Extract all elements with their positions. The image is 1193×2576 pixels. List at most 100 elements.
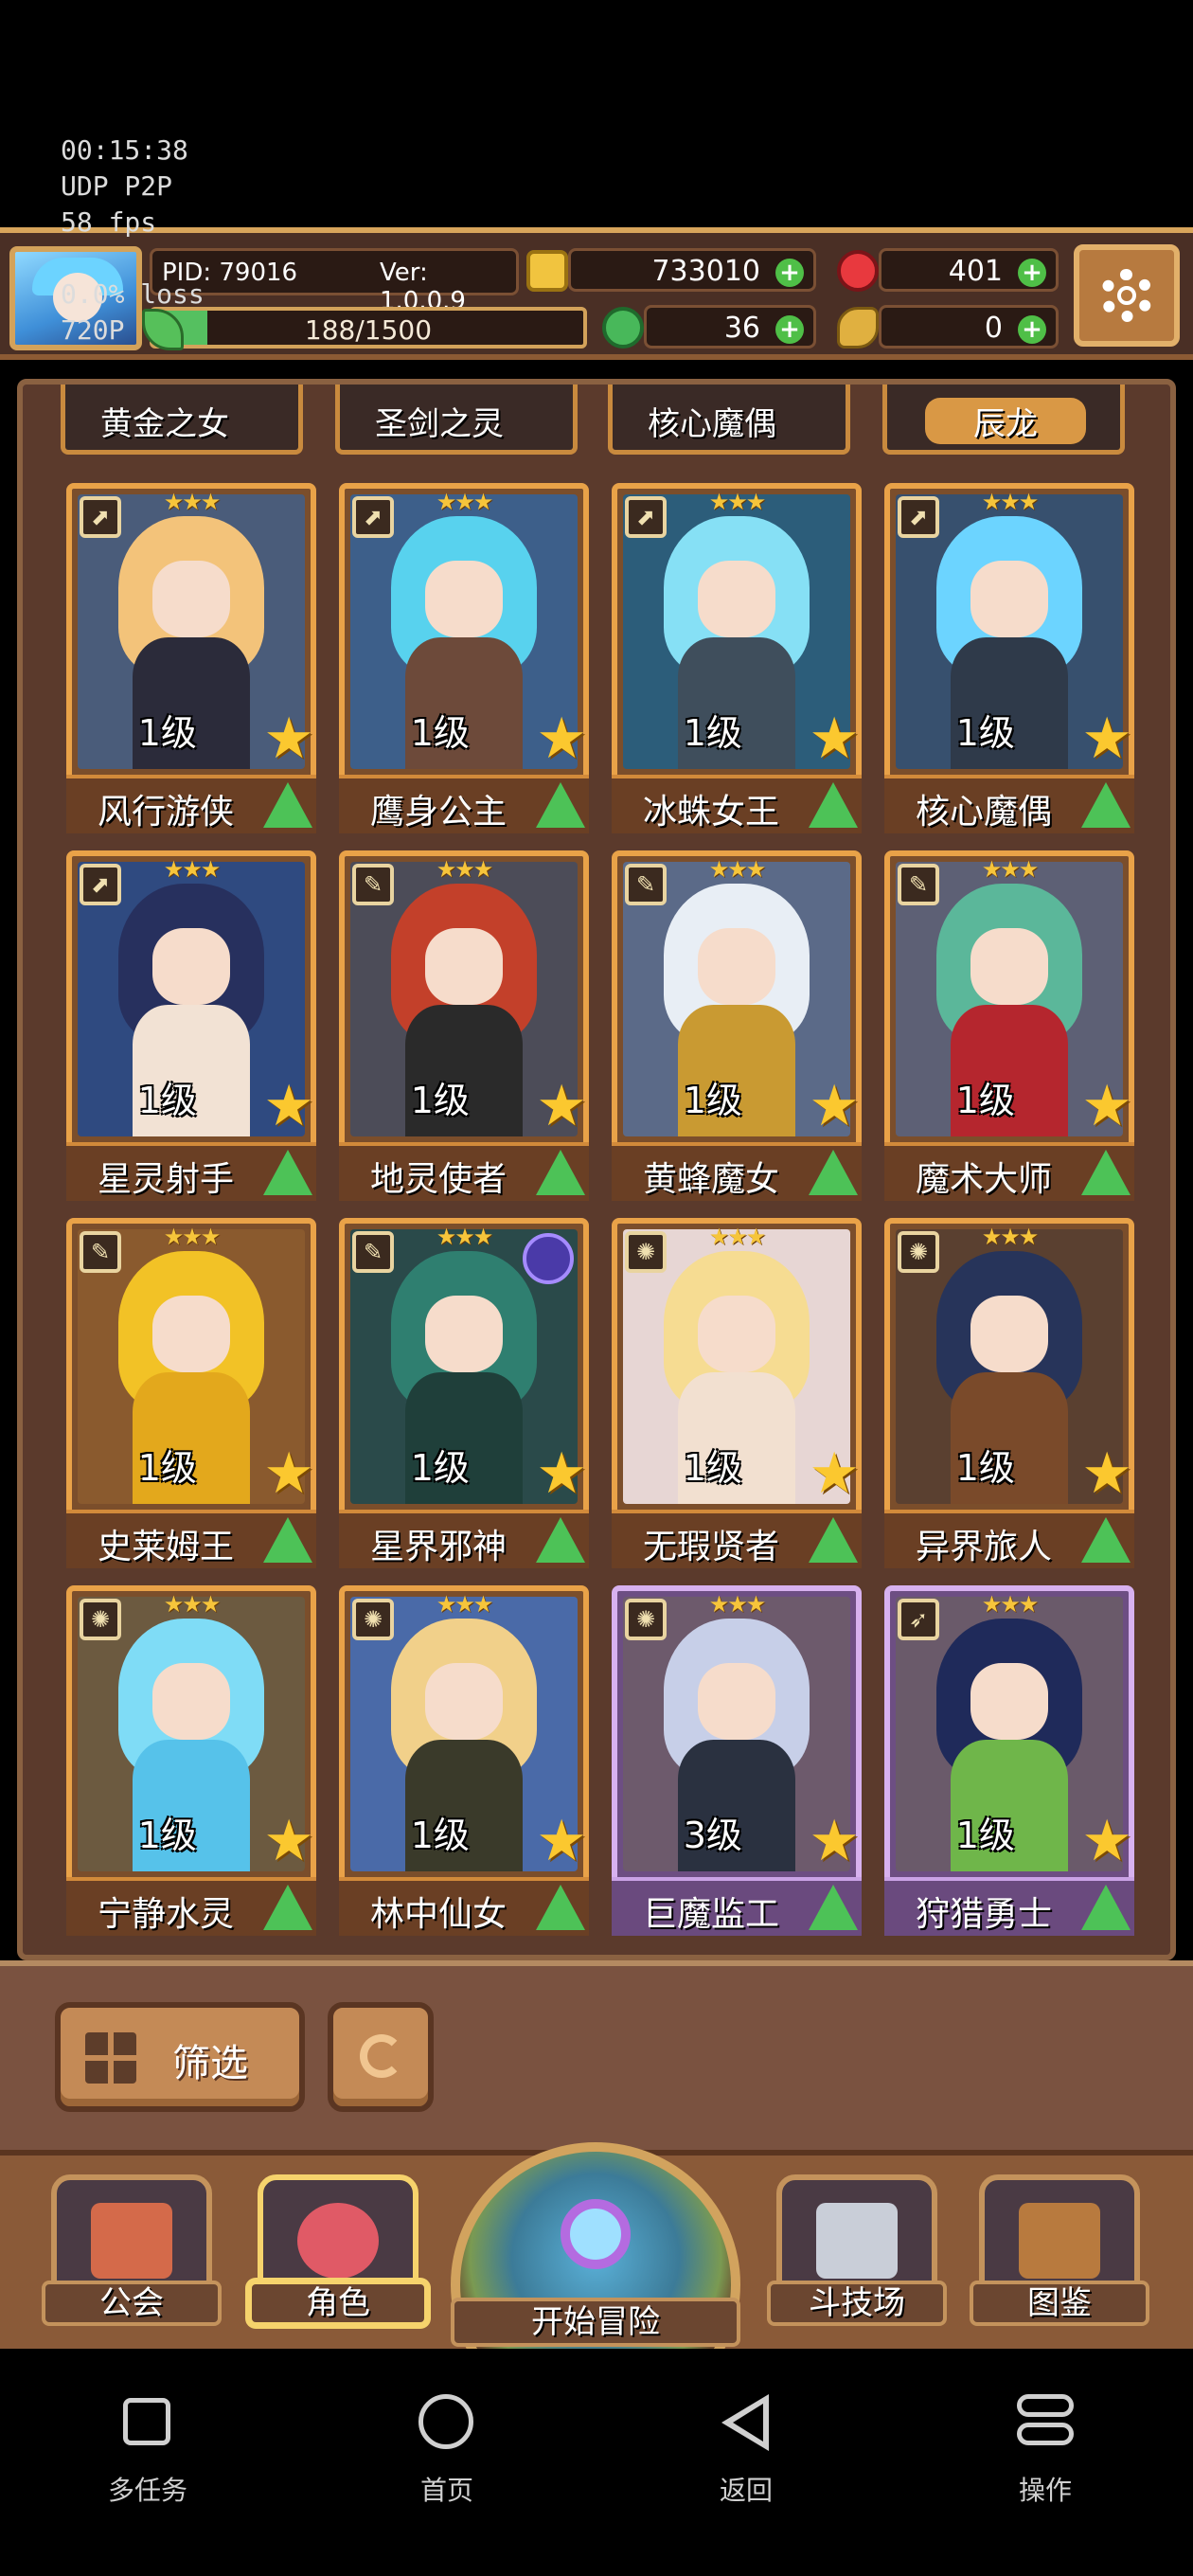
add-gold-button[interactable]: + [775, 259, 804, 287]
character-card[interactable]: ★★★ ⬈ 1级 ★ 核心魔偶 [884, 483, 1134, 833]
character-card[interactable]: ★★★ ✺ 1级 ★ 无瑕贤者 [612, 1218, 862, 1568]
upgrade-arrow-icon[interactable] [536, 1517, 585, 1563]
character-card[interactable]: ★★★ ✺ 1级 ★ 林中仙女 [339, 1585, 589, 1936]
character-card[interactable]: ★★★ ⬈ 1级 ★ 星灵射手 [66, 850, 316, 1201]
stat-loss: 0.0% loss [61, 278, 205, 310]
character-card-partial[interactable]: 辰龙 [882, 385, 1125, 455]
upgrade-arrow-icon[interactable] [1081, 1885, 1131, 1930]
character-name: 巨魔监工 [642, 1895, 779, 1934]
clover-value: 36 [723, 312, 760, 345]
guild-icon [91, 2203, 172, 2279]
character-card[interactable]: ★★★ ⬈ 1级 ★ 风行游侠 [66, 483, 316, 833]
character-level: 1级 [410, 1815, 470, 1856]
character-name: 辰龙 [925, 398, 1086, 444]
upgrade-arrow-icon[interactable] [263, 1517, 312, 1563]
grid-icon [85, 2032, 136, 2084]
portrait-face [970, 560, 1048, 637]
refresh-button[interactable] [328, 2002, 434, 2112]
character-card[interactable]: ★★★ ➶ 1级 ★ 狩猎勇士 [884, 1585, 1134, 1936]
name-plate: 无瑕贤者 [612, 1510, 862, 1568]
star-icon: ★ [1081, 1808, 1132, 1874]
character-name: 史莱姆王 [97, 1528, 234, 1566]
nav-guild[interactable]: 公会 [42, 2156, 222, 2326]
character-level: 1级 [410, 1080, 470, 1121]
upgrade-arrow-icon[interactable] [1081, 1150, 1131, 1195]
character-card[interactable]: ★★★ ✎ 1级 ★ 地灵使者 [339, 850, 589, 1201]
character-level: 1级 [955, 712, 1015, 754]
upgrade-arrow-icon[interactable] [536, 1150, 585, 1195]
stat-res: 720P [61, 314, 125, 346]
character-name: 林中仙女 [369, 1895, 507, 1934]
upgrade-arrow-icon[interactable] [809, 1885, 858, 1930]
portrait-face [152, 1662, 230, 1740]
character-card[interactable]: ★★★ ✎ 1级 ★ 魔术大师 [884, 850, 1134, 1201]
upgrade-arrow-icon[interactable] [536, 1885, 585, 1930]
star-icon: ★ [809, 1808, 860, 1874]
key-counter: 0 + [879, 305, 1059, 349]
star-icon: ★ [263, 1808, 314, 1874]
character-grid[interactable]: 黄金之女 圣剑之灵 核心魔偶 辰龙 ★ ★ ★ ⬈ 1级 ★ 风行游侠 ★ ★ ★ ⬈ 1级 ★ 鹰身公主… [17, 379, 1176, 1960]
filter-button[interactable]: 筛选 [55, 2002, 305, 2112]
character-card[interactable]: ★★★ ⬈ 1级 ★ 冰蛛女王 [612, 483, 862, 833]
gold-counter: 733010 + [568, 248, 816, 292]
character-name: 鹰身公主 [369, 793, 507, 832]
start-adventure-label: 开始冒险 [451, 2298, 740, 2347]
sys-home[interactable]: 首页 [352, 2387, 542, 2508]
character-card[interactable]: ★★★ ✎ 1级 ★ 星界邪神 [339, 1218, 589, 1568]
class-icon: ✎ [625, 864, 667, 905]
name-plate: 地灵使者 [339, 1142, 589, 1201]
character-level: 1级 [683, 1447, 742, 1489]
portrait-face [152, 1295, 230, 1372]
upgrade-arrow-icon[interactable] [809, 782, 858, 828]
star-icon: ★ [809, 1073, 860, 1139]
operation-icon [1017, 2394, 1074, 2417]
upgrade-arrow-icon[interactable] [263, 1150, 312, 1195]
star-icon: ★ [536, 706, 587, 772]
add-keys-button[interactable]: + [1018, 315, 1046, 344]
player-id-panel: PID: 79016 Ver: 1.0.0.9 [150, 248, 519, 315]
character-level: 1级 [137, 1080, 197, 1121]
character-level: 1级 [137, 1447, 197, 1489]
character-card-partial[interactable]: 黄金之女 [61, 385, 303, 455]
upgrade-arrow-icon[interactable] [809, 1150, 858, 1195]
nav-character[interactable]: 角色 [248, 2156, 428, 2326]
clover-counter: 36 + [644, 305, 816, 349]
start-adventure-button[interactable]: 开始冒险 [451, 2142, 740, 2426]
portrait-face [152, 560, 230, 637]
upgrade-arrow-icon[interactable] [263, 782, 312, 828]
sys-operation[interactable]: 操作 [951, 2387, 1140, 2508]
settings-button[interactable] [1074, 244, 1180, 347]
experience-bar: 188/1500 [150, 307, 587, 349]
sys-back[interactable]: 返回 [651, 2387, 841, 2508]
add-clover-button[interactable]: + [775, 315, 804, 344]
upgrade-arrow-icon[interactable] [536, 782, 585, 828]
character-name: 星灵射手 [97, 1160, 234, 1199]
nav-arena[interactable]: 斗技场 [767, 2156, 947, 2326]
character-card[interactable]: ★★★ ✺ 3级 ★ 巨魔监工 [612, 1585, 862, 1936]
class-icon: ➶ [898, 1599, 939, 1640]
arena-icon [816, 2203, 898, 2279]
character-card[interactable]: ★★★ ✺ 1级 ★ 异界旅人 [884, 1218, 1134, 1568]
character-card[interactable]: ★★★ ✺ 1级 ★ 宁静水灵 [66, 1585, 316, 1936]
sys-multitask[interactable]: 多任务 [53, 2387, 242, 2508]
codex-icon [1019, 2203, 1100, 2279]
sys-label: 首页 [419, 2475, 473, 2506]
name-plate: 狩猎勇士 [884, 1877, 1134, 1936]
class-icon: ⬈ [352, 496, 394, 538]
character-card[interactable]: ★★★ ✎ 1级 ★ 史莱姆王 [66, 1218, 316, 1568]
system-nav-bar: 多任务 首页 返回 操作 [0, 2349, 1193, 2576]
add-gems-button[interactable]: + [1018, 259, 1046, 287]
upgrade-arrow-icon[interactable] [1081, 782, 1131, 828]
class-icon: ⬈ [625, 496, 667, 538]
star-icon: ★ [536, 1073, 587, 1139]
star-icon: ★ [536, 1440, 587, 1507]
character-card[interactable]: ★★★ ✎ 1级 ★ 黄蜂魔女 [612, 850, 862, 1201]
upgrade-arrow-icon[interactable] [1081, 1517, 1131, 1563]
upgrade-arrow-icon[interactable] [263, 1885, 312, 1930]
character-card[interactable]: ★★★ ⬈ 1级 ★ 鹰身公主 [339, 483, 589, 833]
character-card-partial[interactable]: 圣剑之灵 [335, 385, 578, 455]
character-name: 星界邪神 [369, 1528, 507, 1566]
character-card-partial[interactable]: 核心魔偶 [608, 385, 850, 455]
upgrade-arrow-icon[interactable] [809, 1517, 858, 1563]
nav-codex[interactable]: 图鉴 [970, 2156, 1149, 2326]
